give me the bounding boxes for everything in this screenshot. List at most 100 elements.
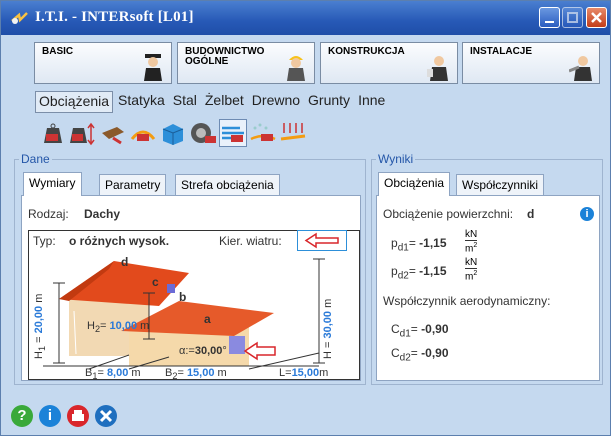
h1-eq: =	[33, 336, 45, 343]
wymiary-content: Rodzaj: Dachy Typ: o różnych wysok. Kier…	[21, 195, 361, 381]
category-label: BASIC	[42, 46, 74, 57]
maximize-button[interactable]	[562, 7, 583, 28]
h3-value[interactable]: 30,00	[322, 311, 334, 339]
tab-wymiary[interactable]: Wymiary	[23, 172, 82, 196]
engineer-figure-icon	[427, 56, 448, 81]
h2-unit: m	[140, 320, 150, 332]
info-icon[interactable]: i	[580, 207, 594, 221]
wind-pn-tool-button[interactable]	[219, 119, 247, 147]
window-title: I.T.I. - INTERsoft [L01]	[35, 9, 194, 25]
h3-eq: =	[322, 341, 334, 348]
minimize-button[interactable]	[539, 7, 560, 28]
wrench-glyph	[99, 409, 113, 423]
pn-load-icon	[130, 130, 156, 141]
app-window: I.T.I. - INTERsoft [L01] BASIC BUDOWNICT…	[0, 0, 611, 436]
cd2-eq: =	[410, 346, 418, 360]
category-label: KONSTRUKCJA	[328, 46, 405, 57]
help-icon[interactable]: ?	[11, 405, 33, 427]
b1-dimension: B1= 8,00 m	[85, 367, 141, 381]
l-value[interactable]: 15,00	[292, 367, 320, 379]
category-basic-button[interactable]: BASIC	[34, 42, 172, 84]
pn-load-tool-button[interactable]	[129, 119, 157, 147]
print-icon[interactable]	[67, 405, 89, 427]
cube-load-tool-button[interactable]	[159, 119, 187, 147]
h2-value[interactable]: 10,00	[110, 320, 138, 332]
alpha-value[interactable]: 30,00	[195, 345, 223, 357]
dane-panel: Dane Wymiary Parametry Strefa obciążenia…	[14, 152, 366, 385]
snow-pn-icon	[250, 123, 276, 141]
cd1-value: -0,90	[421, 322, 449, 336]
pd1-result: pd1= -1,15	[391, 236, 447, 253]
obciazenie-powierzchni-label: Obciążenie powierzchni:	[383, 207, 514, 221]
roof-label-b: b	[179, 290, 186, 304]
h2-dimension: H2= 10,00 m	[87, 320, 149, 334]
category-konstrukcja-button[interactable]: KONSTRUKCJA	[320, 42, 458, 84]
tab-obciazenia[interactable]: Obciążenia	[378, 172, 451, 196]
h3-unit: m	[322, 298, 334, 308]
h1-sub: 1	[37, 345, 48, 352]
alpha-unit: °	[222, 345, 227, 357]
rodzaj-value[interactable]: Dachy	[84, 207, 120, 221]
beam-load-icon	[102, 127, 124, 145]
lightning-load-icon	[280, 123, 306, 141]
category-instalacje-button[interactable]: INSTALACJE	[462, 42, 600, 84]
h3-symbol: H	[322, 351, 334, 359]
h2-symbol: H	[87, 320, 95, 332]
menu-item-inne[interactable]: Inne	[355, 91, 388, 113]
menu-item-statyka[interactable]: Statyka	[115, 91, 168, 113]
b2-value[interactable]: 15,00	[187, 367, 215, 379]
category-label: BUDOWNICTWO OGÓLNE	[185, 46, 265, 67]
pd2-value: -1,15	[419, 264, 447, 278]
cd1-sub: d1	[399, 328, 411, 340]
dane-group-label: Dane	[19, 152, 52, 166]
lightning-load-tool-button[interactable]	[279, 119, 307, 147]
module-menu: Obciążenia Statyka Stal Żelbet Drewno Gr…	[35, 91, 390, 113]
menu-item-stal[interactable]: Stal	[170, 91, 200, 113]
tab-wspolczynniki[interactable]: Współczynniki	[456, 174, 545, 196]
menu-item-zelbet[interactable]: Żelbet	[202, 91, 247, 113]
pd2-symbol: p	[391, 264, 398, 278]
h1-dimension: H1 = 20,00 m	[33, 279, 47, 359]
wyniki-group-label: Wyniki	[376, 152, 416, 166]
menu-item-drewno[interactable]: Drewno	[249, 91, 303, 113]
alpha-dimension: α:=30,00°	[179, 345, 227, 357]
h1-value[interactable]: 20,00	[33, 306, 45, 334]
pd2-result: pd2= -1,15	[391, 264, 447, 281]
b1-value[interactable]: 8,00	[107, 367, 128, 379]
pd2-eq: =	[408, 264, 416, 278]
weight-arrows-tool-button[interactable]	[69, 119, 97, 147]
weight-icon	[44, 123, 62, 143]
snow-pn-tool-button[interactable]	[249, 119, 277, 147]
close-button[interactable]	[586, 7, 607, 28]
category-label: INSTALACJE	[470, 46, 533, 57]
menu-item-obciazenia[interactable]: Obciążenia	[35, 91, 114, 113]
tools-icon[interactable]	[95, 405, 117, 427]
cd2-symbol: C	[391, 346, 400, 360]
tab-strefa-obciazenia[interactable]: Strefa obciążenia	[175, 174, 280, 196]
h3-dimension: H = 30,00 m	[322, 269, 334, 359]
cube-load-icon	[162, 124, 184, 145]
h2-eq: =	[100, 320, 107, 332]
obciazenie-powierzchni-value: d	[527, 207, 535, 221]
h1-unit: m	[33, 293, 45, 303]
pd1-value: -1,15	[419, 236, 447, 250]
graduate-figure-icon	[144, 54, 162, 81]
pd2-sub: d2	[397, 270, 409, 282]
menu-item-grunty[interactable]: Grunty	[305, 91, 353, 113]
info-icon[interactable]: i	[39, 405, 61, 427]
roof-label-a: a	[204, 312, 211, 326]
wspolczynnik-label: Współczynnik aerodynamiczny:	[383, 294, 551, 308]
weight-tool-button[interactable]	[39, 119, 67, 147]
pd2-unit-num: kN	[465, 257, 478, 268]
beam-load-tool-button[interactable]	[99, 119, 127, 147]
roof-label-d: d	[121, 255, 128, 269]
cd1-symbol: C	[391, 322, 400, 336]
title-bar: I.T.I. - INTERsoft [L01]	[1, 1, 610, 35]
wheel-load-tool-button[interactable]	[189, 119, 217, 147]
installer-figure-icon	[569, 56, 592, 81]
wyniki-content: Obciążenie powierzchni: d i pd1= -1,15 k…	[376, 195, 600, 381]
l-unit: m	[319, 367, 329, 379]
tab-parametry[interactable]: Parametry	[99, 174, 167, 196]
category-budownictwo-button[interactable]: BUDOWNICTWO OGÓLNE	[177, 42, 315, 84]
cd1-result: Cd1= -0,90	[391, 322, 449, 339]
